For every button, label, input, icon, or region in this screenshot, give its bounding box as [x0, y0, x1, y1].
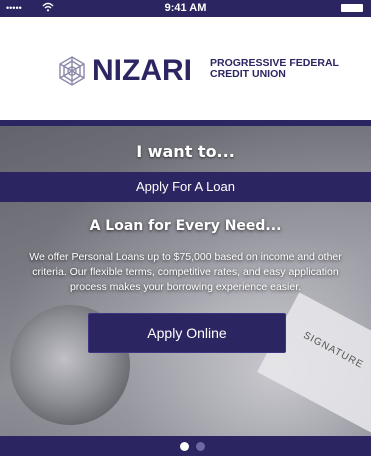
hero-headline: A Loan for Every Need... [89, 218, 282, 234]
hero-banner: SIGNATURE I want to... Apply For A Loan … [0, 120, 371, 436]
header-logo-area: NIZARI PROGRESSIVE FEDERAL CREDIT UNION [0, 17, 371, 120]
loan-type-select[interactable]: Apply For A Loan [0, 172, 371, 202]
status-time: 9:41 AM [164, 2, 207, 14]
pager-dot[interactable] [196, 442, 205, 451]
hero-top-bar [0, 120, 371, 126]
hero-prompt: I want to... [136, 142, 235, 161]
logo-line-2: CREDIT UNION [210, 68, 286, 80]
carousel-pager [0, 436, 371, 456]
hero-description: We offer Personal Loans up to $75,000 ba… [29, 251, 342, 293]
status-bar: ••••• 9:41 AM [0, 0, 371, 17]
logo-subtitle: PROGRESSIVE FEDERAL CREDIT UNION [210, 58, 339, 80]
battery-icon [341, 4, 363, 12]
apply-online-button[interactable]: Apply Online [88, 313, 286, 353]
emblem-icon [56, 55, 88, 87]
logo-name: NIZARI [92, 54, 192, 87]
pager-dot-active[interactable] [180, 442, 189, 451]
